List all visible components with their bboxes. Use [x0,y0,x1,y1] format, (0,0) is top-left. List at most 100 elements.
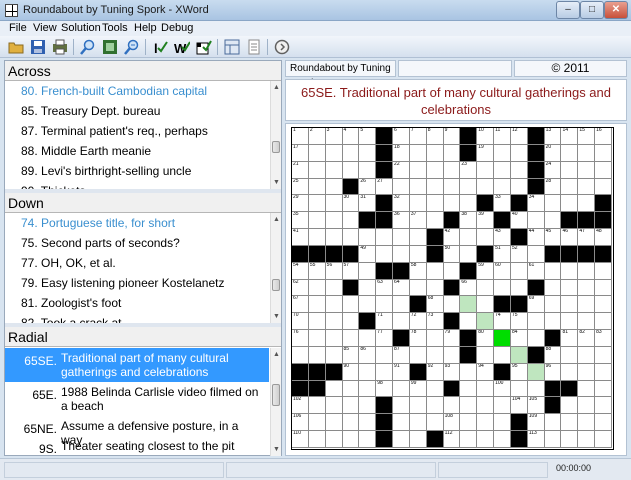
grid-cell[interactable]: 30 [342,195,360,213]
grid-cell[interactable] [359,262,377,280]
grid-cell[interactable] [595,279,612,297]
radial-clue[interactable]: 65SE. Traditional part of many cultural g… [5,348,269,382]
grid-cell[interactable]: 14 [561,128,579,145]
grid-cell[interactable] [443,144,461,162]
grid-cell[interactable] [494,397,511,415]
grid-cell[interactable]: 50 [443,245,461,263]
grid-cell[interactable] [325,397,343,415]
grid-cell[interactable]: 69 [527,296,545,314]
menu-view[interactable]: View [33,22,57,34]
grid-cell[interactable]: 62 [292,279,309,297]
grid-cell[interactable] [460,431,478,448]
grid-cell[interactable] [409,144,427,162]
grid-cell[interactable]: 23 [460,161,478,179]
save-button[interactable] [29,38,47,56]
grid-cell[interactable] [325,313,343,331]
grid-cell[interactable] [393,380,410,398]
grid-cell[interactable] [544,414,562,432]
grid-cell[interactable] [376,363,394,381]
grid-cell[interactable] [460,397,478,415]
menu-help[interactable]: Help [134,22,157,34]
grid-cell[interactable] [376,346,394,364]
scroll-thumb[interactable] [272,279,280,291]
grid-cell[interactable] [443,178,461,196]
grid-cell[interactable] [409,346,427,364]
grid-cell[interactable] [578,313,596,331]
grid-cell[interactable]: 15 [578,128,596,145]
grid-cell[interactable]: 31 [359,195,377,213]
grid-cell[interactable] [325,414,343,432]
grid-cell[interactable] [409,161,427,179]
grid-cell[interactable]: 60 [494,262,511,280]
scroll-up-icon[interactable]: ▲ [272,215,281,224]
grid-cell[interactable] [527,313,545,331]
grid-cell[interactable]: 48 [595,229,612,246]
grid-cell[interactable]: 22 [393,161,410,179]
grid-cell[interactable] [595,161,612,179]
crossword-grid[interactable]: 1 2 3 4 5 6 7 8 9 10 11 12 13 14 15 16 17 18 19 20 21 22 23 24 2… [291,127,614,450]
grid-cell[interactable] [325,279,343,297]
grid-cell[interactable]: 61 [527,262,545,280]
grid-cell[interactable] [544,296,562,314]
scroll-down-icon[interactable]: ▼ [272,178,281,187]
grid-cell[interactable] [308,414,326,432]
grid-cell[interactable] [393,245,410,263]
radial-scrollbar[interactable]: ▲ ▼ [270,348,281,456]
grid-cell[interactable] [325,431,343,448]
radial-clue[interactable]: 65E. 1988 Belinda Carlisle video filmed o… [5,382,269,416]
grid-cell[interactable]: 57 [342,262,360,280]
grid-cell[interactable] [494,431,511,448]
grid-cell[interactable] [376,229,394,246]
grid-cell[interactable] [409,195,427,213]
grid-cell[interactable]: 11 [494,128,511,145]
grid-cell[interactable] [561,397,579,415]
grid-cell[interactable] [342,161,360,179]
grid-cell[interactable] [393,178,410,196]
grid-cell[interactable]: 108 [443,414,461,432]
grid-cell[interactable]: 112 [443,431,461,448]
grid-cell[interactable]: 25 [292,178,309,196]
down-clue[interactable]: 82. Took a crack at [5,313,269,323]
grid-cell[interactable]: 16 [595,128,612,145]
grid-cell[interactable] [595,144,612,162]
down-clue[interactable]: 81. Zoologist's foot [5,293,269,313]
grid-cell[interactable] [561,262,579,280]
grid-cell[interactable] [308,279,326,297]
grid-cell[interactable]: 70 [292,313,309,331]
grid-cell[interactable] [527,330,545,347]
grid-cell[interactable] [359,380,377,398]
grid-cell[interactable]: 6 [393,128,410,145]
grid-cell[interactable] [595,363,612,381]
grid-cell[interactable] [510,279,528,297]
grid-cell[interactable] [494,178,511,196]
grid-cell[interactable] [308,346,326,364]
grid-cell[interactable] [409,414,427,432]
grid-cell[interactable] [426,262,444,280]
grid-cell[interactable]: 1 [292,128,309,145]
grid-cell[interactable] [359,431,377,448]
grid-cell[interactable] [308,195,326,213]
grid-cell[interactable]: 68 [426,296,444,314]
grid-cell[interactable]: 88 [544,346,562,364]
grid-cell[interactable]: 55 [308,262,326,280]
grid-cell[interactable] [477,346,495,364]
grid-cell[interactable] [325,212,343,230]
grid-cell[interactable] [292,346,309,364]
grid-cell[interactable] [409,397,427,415]
grid-cell[interactable]: 8 [426,128,444,145]
grid-cell[interactable] [460,313,478,331]
grid-cell[interactable]: 24 [544,161,562,179]
grid-cell[interactable] [477,178,495,196]
grid-cell[interactable] [426,212,444,230]
grid-cell[interactable] [443,262,461,280]
grid-cell[interactable] [393,296,410,314]
grid-cell[interactable]: 37 [409,212,427,230]
grid-cell[interactable] [325,195,343,213]
grid-cell[interactable] [359,279,377,297]
grid-cell[interactable] [325,296,343,314]
check-letter-button[interactable]: l [151,38,169,56]
grid-cell[interactable] [426,330,444,347]
grid-cell[interactable] [477,229,495,246]
grid-cell[interactable] [393,229,410,246]
grid-cell[interactable]: 85 [342,346,360,364]
